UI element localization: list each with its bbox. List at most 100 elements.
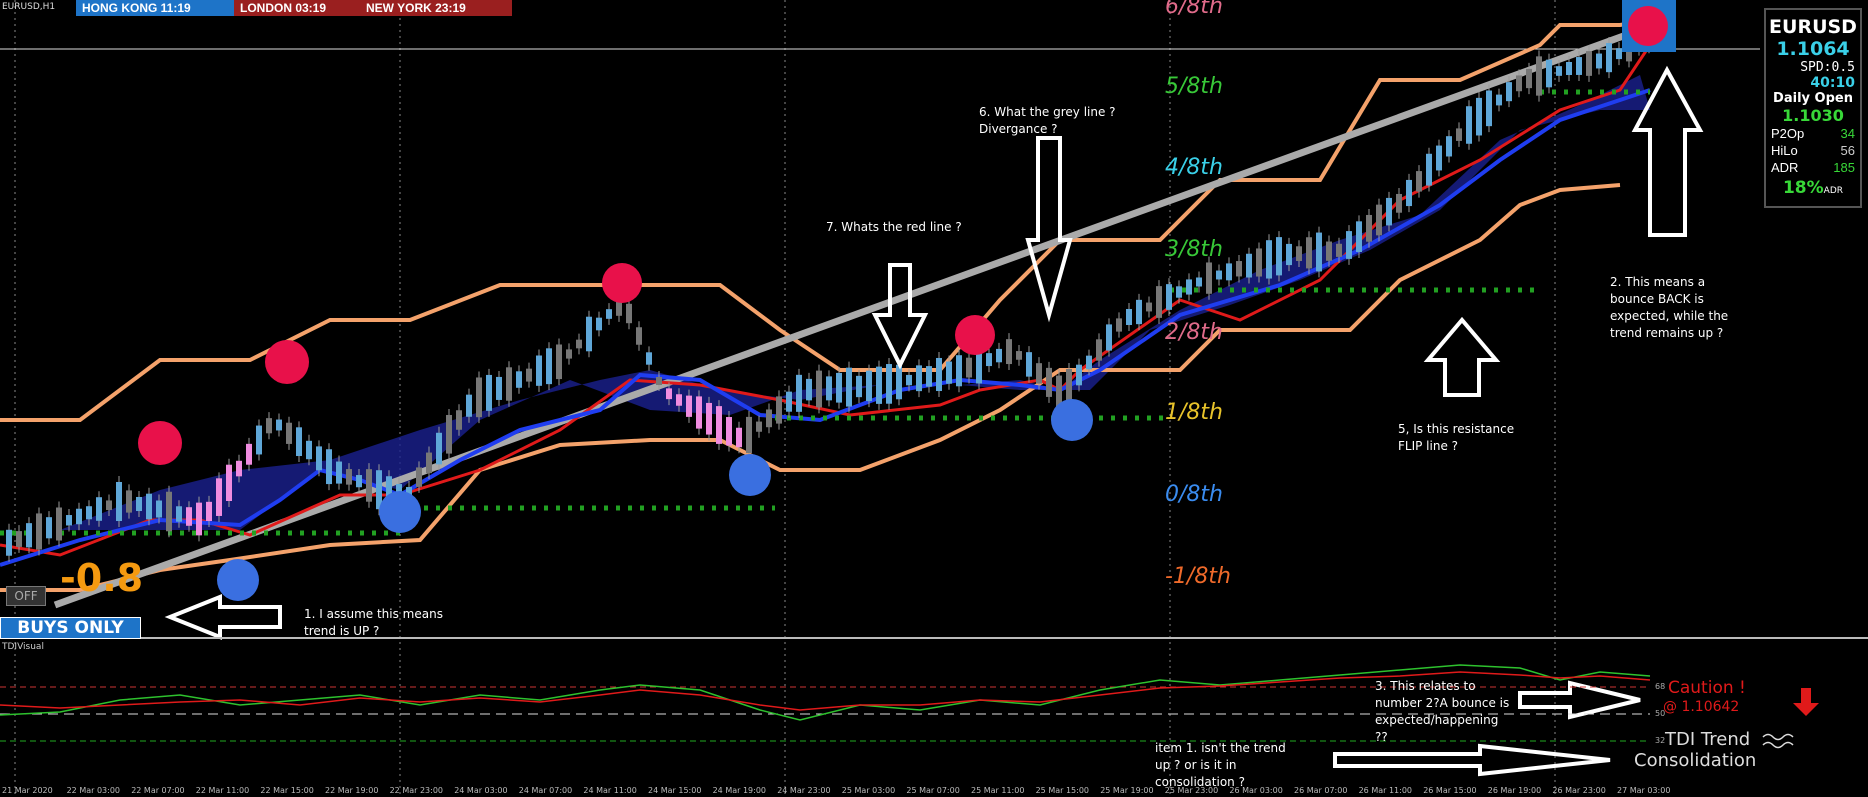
candle-body	[656, 376, 662, 386]
arrow-down-note6	[1025, 136, 1073, 323]
candle-body	[136, 496, 142, 512]
caution-label: Caution !	[1668, 678, 1746, 698]
candle-body	[1306, 237, 1312, 269]
candle-body	[16, 531, 22, 547]
stat-value: 34	[1840, 126, 1855, 141]
candle-body	[1096, 339, 1102, 361]
candle-body	[796, 374, 802, 412]
arrow-left-buys	[164, 594, 282, 640]
note-2-line-1: 2. This means a	[1610, 275, 1706, 289]
time-tick: 21 Mar 2020	[2, 786, 53, 795]
time-tick: 27 Mar 03:00	[1617, 786, 1671, 795]
candle-body	[1406, 179, 1412, 207]
note-1-line-1: 1. I assume this means	[304, 607, 443, 621]
candle-body	[776, 396, 782, 424]
candle-body	[1476, 97, 1482, 136]
candle-body	[496, 376, 502, 400]
note-5-line-1: 5, Is this resistance	[1398, 422, 1515, 436]
candle-body	[1176, 286, 1182, 298]
grey-trend-line	[53, 26, 1642, 609]
candle-body	[106, 500, 112, 511]
candle-body	[426, 452, 432, 474]
candle-body	[546, 348, 552, 385]
info-daily-open-label: Daily Open	[1773, 91, 1853, 106]
candle-body	[1046, 367, 1052, 397]
consolidation-icon	[1762, 733, 1794, 749]
time-tick: 25 Mar 15:00	[1035, 786, 1090, 795]
candle-body	[356, 475, 362, 488]
candle-body	[986, 353, 992, 367]
time-tick: 25 Mar 03:00	[841, 786, 896, 795]
candle-body	[1516, 75, 1522, 92]
time-tick: 22 Mar 23:00	[389, 786, 444, 795]
candle-body	[956, 355, 962, 387]
candle-body	[1506, 82, 1512, 102]
candle-body	[146, 493, 152, 520]
candle-body	[1196, 277, 1202, 287]
time-tick: 24 Mar 07:00	[518, 786, 573, 795]
candle-body	[706, 402, 712, 435]
time-tick: 26 Mar 15:00	[1423, 786, 1477, 795]
time-tick: 22 Mar 07:00	[131, 786, 185, 795]
bottom-marker-1	[217, 559, 259, 601]
tdi-state-label: Consolidation	[1634, 750, 1757, 771]
candle-body	[306, 440, 312, 460]
candle-body	[1396, 193, 1402, 213]
candle-body	[156, 500, 162, 518]
candle-body	[1456, 128, 1462, 141]
candle-body	[1616, 48, 1622, 60]
candle-body	[786, 391, 792, 412]
time-tick: 22 Mar 15:00	[260, 786, 314, 795]
candle-body	[486, 374, 492, 411]
candle-body	[1076, 364, 1082, 386]
candle-body	[926, 366, 932, 387]
time-tick: 22 Mar 03:00	[66, 786, 121, 795]
candle-body	[46, 517, 52, 539]
time-tick: 22 Mar 11:00	[195, 786, 250, 795]
murrey-level-2-8: 2/8th	[1165, 320, 1223, 345]
upper-channel-line	[0, 18, 1651, 422]
off-toggle[interactable]: OFF	[6, 586, 46, 606]
top-marker-1	[138, 421, 182, 465]
candle-body	[816, 370, 822, 408]
time-tick: 25 Mar 19:00	[1100, 786, 1154, 795]
candle-body	[296, 427, 302, 457]
candle-body	[1156, 286, 1162, 318]
candle-body	[316, 446, 322, 471]
time-tick: 22 Mar 19:00	[325, 786, 379, 795]
candle-body	[326, 449, 332, 485]
candle-body	[726, 417, 732, 446]
info-adr-suffix: ADR	[1823, 186, 1844, 196]
top-markers	[138, 0, 1676, 601]
candle-body	[756, 421, 762, 432]
caution-arrow-icon	[1793, 688, 1819, 716]
info-spread: SPD:0.5	[1800, 60, 1855, 75]
info-symbol: EURUSD	[1769, 16, 1857, 38]
candle-body	[436, 432, 442, 465]
price-chart[interactable]	[0, 0, 1868, 797]
candle-body	[946, 361, 952, 384]
buys-only-badge: BUYS ONLY	[0, 617, 141, 639]
candle-body	[686, 395, 692, 417]
note-2: 2. This means a bounce BACK is expected,…	[1610, 274, 1728, 342]
bottom-marker-4	[1051, 399, 1093, 441]
candle-body	[1036, 363, 1042, 384]
murrey-level-minus-1-8: -1/8th	[1165, 564, 1231, 589]
candle-body	[256, 425, 262, 455]
candle-body	[1376, 204, 1382, 236]
candle-body	[86, 506, 92, 520]
stat-value: 185	[1833, 160, 1855, 175]
candle-body	[1126, 308, 1132, 326]
bottom-marker-2	[379, 491, 421, 533]
tdi-level-32: 32	[1655, 736, 1666, 745]
candle-body	[1246, 253, 1252, 278]
tdi-trend-label: TDI Trend	[1665, 729, 1751, 750]
candle-body	[1446, 136, 1452, 157]
candle-body	[866, 370, 872, 402]
candle-body	[1426, 153, 1432, 186]
candle-body	[1026, 352, 1032, 377]
candle-body	[226, 464, 232, 502]
arrow-right-note3	[1518, 680, 1641, 720]
candle-body	[66, 515, 72, 526]
candle-body	[646, 352, 652, 365]
